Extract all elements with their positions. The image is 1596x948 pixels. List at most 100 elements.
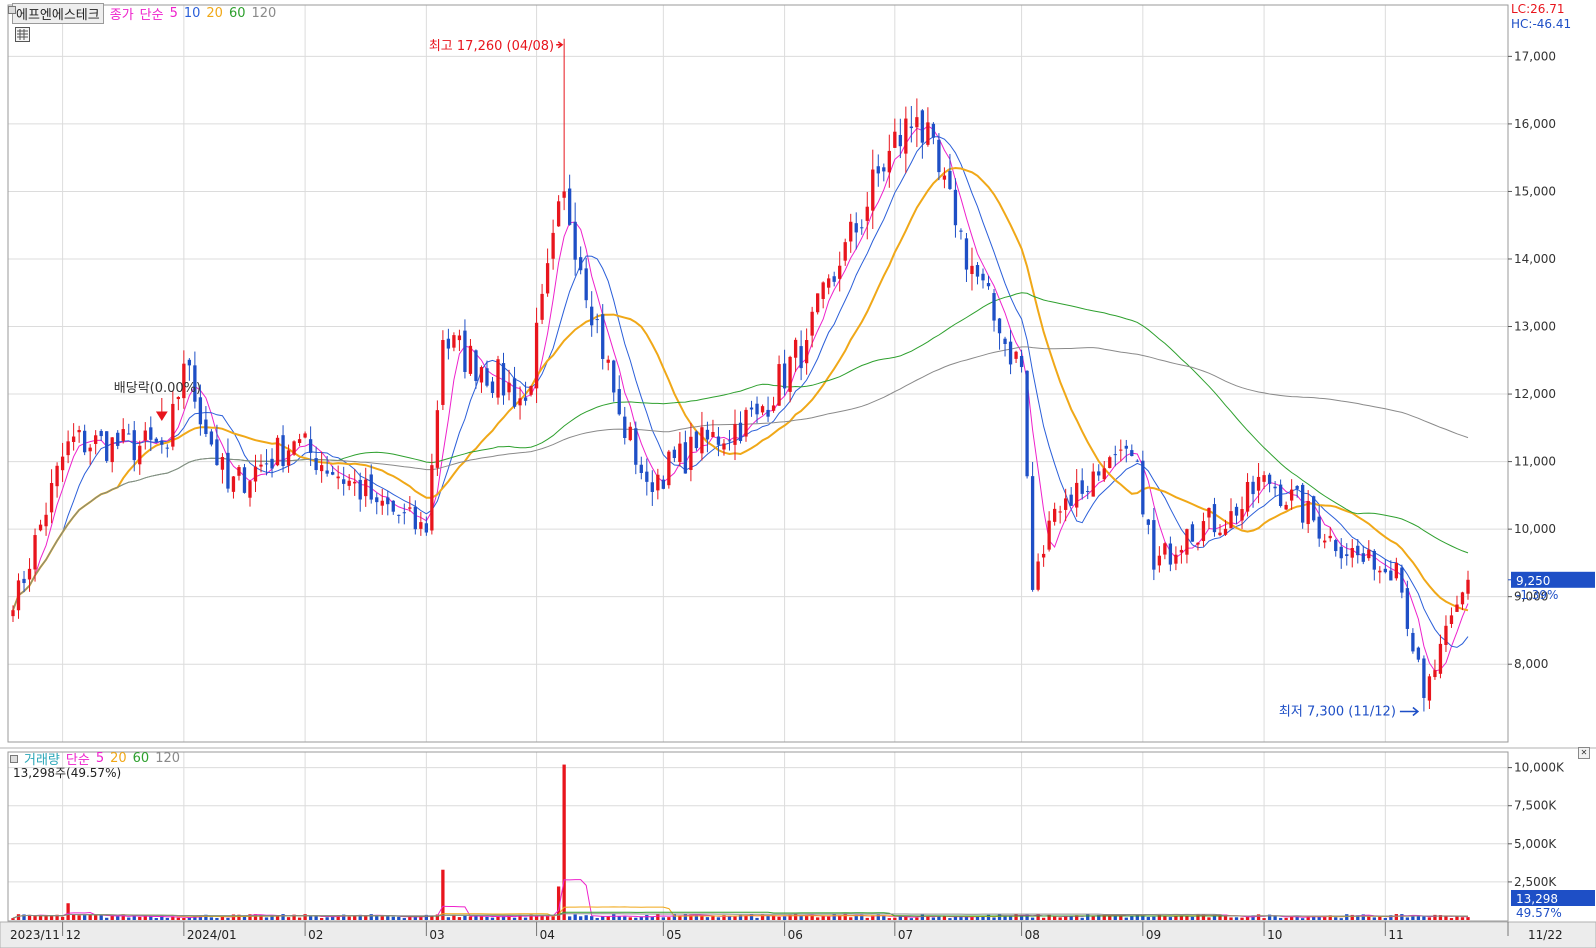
candle-body (325, 470, 329, 474)
candle-body (154, 438, 158, 442)
volume-bar (705, 917, 710, 920)
candle-body (132, 430, 136, 461)
volume-bar (948, 918, 952, 920)
candle-body (1207, 507, 1211, 518)
candle-body (1383, 568, 1387, 573)
candle-body (1185, 529, 1189, 555)
volume-legend-toggle-icon[interactable] (10, 754, 18, 763)
volume-bar (446, 917, 451, 920)
candle-body (1251, 481, 1255, 495)
volume-moving-averages (12, 879, 1469, 919)
candle-body (689, 436, 693, 470)
candle-body (1047, 520, 1051, 550)
ma5-label: 5 (169, 6, 178, 21)
volume-bar (1086, 914, 1090, 920)
volume-bar (590, 916, 594, 920)
candle-body (793, 339, 798, 358)
current-price-value: 9,250 (1516, 574, 1550, 588)
price-tick-label: 16,000 (1514, 117, 1556, 131)
candle-body (1444, 625, 1448, 645)
candle-body (1234, 506, 1239, 516)
volume-bar (364, 916, 368, 920)
month-tick-label: 12 (66, 928, 81, 942)
volume-bar (1124, 917, 1128, 920)
stock-name-label[interactable]: 에프엔에스테크 (12, 3, 104, 24)
volume-bar (1427, 917, 1432, 920)
month-tick-label: 2024/01 (187, 928, 237, 942)
grid-table-icon[interactable] (15, 27, 30, 42)
candle-body (584, 268, 588, 301)
legend-toggle-icon[interactable] (8, 6, 16, 14)
candle-body (358, 479, 362, 500)
candle-body (198, 397, 203, 425)
candle-body (331, 472, 335, 475)
candle-body (1466, 579, 1470, 594)
low-arrow-icon (1399, 706, 1420, 717)
candle-body (1394, 562, 1399, 579)
volume-bar (33, 916, 37, 920)
candle-body (1146, 519, 1150, 525)
volume-bar (468, 916, 473, 920)
candle-body (782, 363, 787, 389)
candle-body (705, 429, 710, 440)
volume-bar (138, 916, 142, 920)
candle-body (997, 318, 1002, 334)
candle-body (1014, 351, 1018, 359)
candle-body (1405, 588, 1410, 629)
candle-body (347, 480, 351, 486)
volume-bar (286, 917, 291, 920)
close-pane-icon[interactable]: ✕ (1578, 747, 1590, 759)
volume-summary: 13,298주(49.57%) (13, 766, 122, 780)
candle-body (523, 397, 528, 401)
volume-bar (380, 916, 384, 920)
price-ma-120-line (12, 346, 1469, 611)
candle-body (1201, 521, 1206, 542)
volume-bar (297, 917, 302, 920)
candle-body (915, 117, 919, 128)
candle-body (964, 238, 969, 270)
volume-bar (82, 915, 87, 920)
candle-body (424, 523, 429, 533)
candle-body (353, 481, 357, 484)
chart-canvas[interactable]: 8,0009,00010,00011,00012,00013,00014,000… (0, 0, 1596, 948)
volume-bar (1030, 917, 1035, 920)
low-price-label: 최저 7,300 (11/12) (1279, 704, 1396, 719)
candle-body (1350, 548, 1354, 558)
candle-body (771, 405, 776, 411)
price-tick-label: 11,000 (1514, 455, 1556, 469)
volume-bar (154, 918, 158, 920)
candle-body (567, 188, 572, 225)
candle-body (512, 378, 517, 407)
annotations: 최고 17,260 (04/08) 최저 7,300 (11/12) 배당락(0.0… (114, 39, 1595, 920)
candle-body (419, 522, 423, 529)
candle-body (562, 191, 566, 198)
volume-bar (865, 917, 869, 920)
volume-bar (1256, 914, 1261, 920)
candle-body (821, 282, 825, 299)
volume-bar (755, 917, 759, 920)
volume-bar (1262, 918, 1266, 920)
candle-body (865, 206, 869, 221)
candle-body (661, 479, 665, 489)
price-ma-10-line (12, 136, 1469, 648)
volume-bar (60, 916, 65, 920)
candle-body (369, 474, 373, 500)
candle-body (722, 443, 726, 450)
candle-body (1003, 338, 1007, 345)
dividend-arrow-icon (155, 398, 168, 421)
grid (8, 5, 1508, 921)
candle-body (1064, 498, 1068, 510)
candle-body (1075, 482, 1079, 508)
candle-body (777, 364, 781, 406)
volume-bar (391, 916, 395, 920)
candle-body (579, 257, 583, 271)
candle-body (1422, 658, 1426, 698)
volume-bar (567, 916, 572, 920)
volume-bar (700, 916, 704, 920)
volume-bar (827, 916, 831, 920)
candle-body (545, 263, 550, 294)
volume-bar (176, 917, 180, 920)
volume-bar (799, 915, 803, 920)
candle-body (253, 466, 258, 482)
candle-body (1262, 475, 1266, 482)
